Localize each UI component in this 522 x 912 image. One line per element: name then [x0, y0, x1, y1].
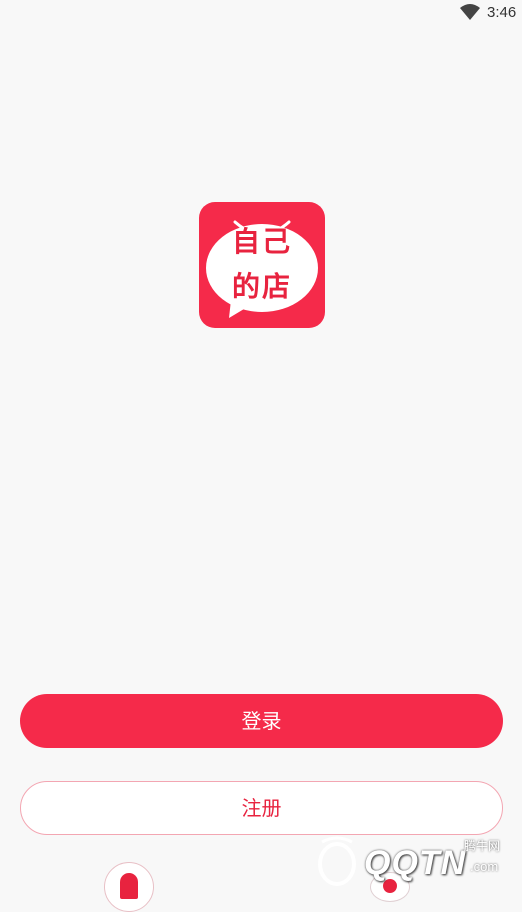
wifi-icon	[460, 4, 480, 20]
status-time: 3:46	[487, 4, 517, 21]
status-bar: 3:46	[0, 0, 522, 26]
login-button[interactable]: 登录	[20, 694, 503, 748]
social-login-icon-left[interactable]	[104, 862, 154, 912]
logo-text-line1: 自己	[231, 225, 292, 258]
watermark-logo-text: QQTN	[364, 844, 467, 882]
register-button[interactable]: 注册	[20, 781, 503, 835]
watermark-site-name: 腾牛网	[464, 839, 501, 853]
watermark-logo-icon	[318, 836, 356, 886]
watermark: QQTN 腾牛网 .com	[312, 834, 522, 889]
logo-text-line2: 的店	[231, 270, 292, 303]
watermark-domain: .com	[470, 859, 499, 874]
